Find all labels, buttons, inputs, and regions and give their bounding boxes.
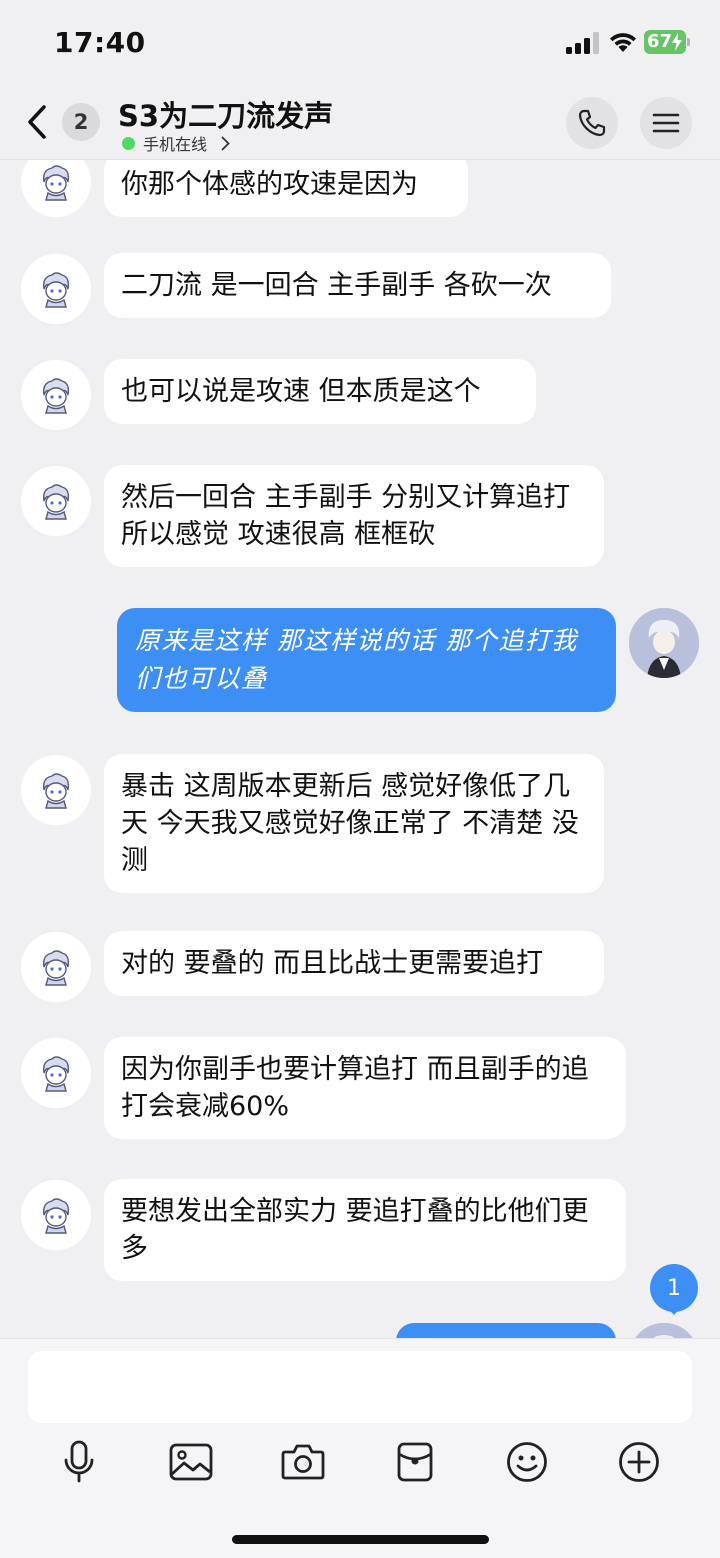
my-avatar-icon (629, 608, 699, 678)
phone-icon (578, 109, 606, 137)
red-packet-button[interactable] (388, 1435, 442, 1489)
wifi-icon (610, 33, 636, 52)
message-list[interactable]: 你那个体感的攻速是因为 二刀流 是一回合 主手副手 各砍一次 也可以说是攻速 但… (0, 160, 720, 1338)
message-bubble[interactable]: 暴击 这周版本更新后 感觉好像低了几天 今天我又感觉好像正常了 不清楚 没测 (104, 754, 604, 893)
camera-button[interactable] (276, 1435, 330, 1489)
contact-avatar[interactable] (21, 932, 91, 1002)
message-bubble[interactable]: 要想发出全部实力 要追打叠的比他们更多 (104, 1179, 626, 1281)
contact-avatar-icon (42, 950, 70, 986)
online-dot-icon (122, 136, 135, 150)
chat-header: 2 S3为二刀流发声 手机在线 (0, 86, 720, 160)
contact-avatar-icon (42, 378, 70, 414)
status-time: 17:40 (54, 26, 146, 59)
back-button[interactable] (20, 100, 54, 144)
message-bubble[interactable]: 然后一回合 主手副手 分别又计算追打 所以感觉 攻速很高 框框砍 (104, 465, 604, 567)
online-status-text: 手机在线 (143, 135, 208, 154)
input-toolbar (0, 1435, 720, 1489)
cellular-signal-icon (566, 32, 599, 54)
charging-bolt-icon (672, 33, 682, 51)
red-packet-icon (397, 1442, 433, 1482)
contact-avatar-icon (42, 272, 70, 308)
menu-button[interactable] (640, 97, 692, 149)
menu-icon (652, 113, 680, 133)
contact-avatar[interactable] (21, 360, 91, 430)
input-panel (0, 1338, 720, 1558)
microphone-icon (64, 1440, 94, 1483)
message-bubble[interactable]: 二刀流 是一回合 主手副手 各砍一次 (104, 253, 611, 318)
my-message-bubble[interactable]: 原来是这样 那这样说的话 那个追打我们也可以叠 (117, 608, 616, 712)
contact-avatar[interactable] (21, 466, 91, 536)
voice-button[interactable] (52, 1435, 106, 1489)
contact-avatar-icon (42, 1056, 70, 1092)
image-icon (169, 1443, 213, 1481)
plus-icon (619, 1442, 659, 1482)
emoji-button[interactable] (500, 1435, 554, 1489)
more-button[interactable] (612, 1435, 666, 1489)
unread-count-badge[interactable]: 2 (62, 103, 100, 141)
new-message-badge[interactable]: 1 (650, 1264, 698, 1312)
call-button[interactable] (566, 97, 618, 149)
contact-avatar-icon (42, 484, 70, 520)
home-indicator[interactable] (232, 1535, 489, 1544)
message-bubble[interactable]: 你那个体感的攻速是因为 (104, 160, 468, 217)
my-avatar[interactable] (629, 608, 699, 678)
message-input[interactable] (28, 1351, 692, 1423)
contact-avatar[interactable] (21, 254, 91, 324)
chevron-left-icon (28, 105, 46, 139)
my-avatar-icon (629, 1323, 699, 1338)
contact-avatar-icon (42, 773, 70, 809)
contact-avatar[interactable] (21, 1180, 91, 1250)
message-bubble[interactable]: 对的 要叠的 而且比战士更需要追打 (104, 931, 604, 996)
battery-indicator: 67 (644, 30, 690, 54)
message-bubble[interactable]: 也可以说是攻速 但本质是这个 (104, 359, 536, 424)
message-bubble[interactable]: 因为你副手也要计算追打 而且副手的追打会衰减60% (104, 1037, 626, 1139)
status-bar: 17:40 67 (0, 0, 720, 86)
my-avatar[interactable] (629, 1323, 699, 1338)
online-status[interactable]: 手机在线 (122, 131, 230, 155)
my-message-bubble[interactable] (396, 1323, 616, 1338)
contact-avatar[interactable] (21, 160, 91, 217)
emoji-icon (507, 1442, 547, 1482)
chat-title[interactable]: S3为二刀流发声 (118, 93, 333, 135)
contact-avatar-icon (42, 165, 70, 201)
chevron-right-icon (221, 136, 230, 150)
image-button[interactable] (164, 1435, 218, 1489)
contact-avatar[interactable] (21, 1038, 91, 1108)
contact-avatar[interactable] (21, 755, 91, 825)
battery-level: 67 (647, 31, 673, 52)
camera-icon (281, 1444, 325, 1480)
contact-avatar-icon (42, 1198, 70, 1234)
